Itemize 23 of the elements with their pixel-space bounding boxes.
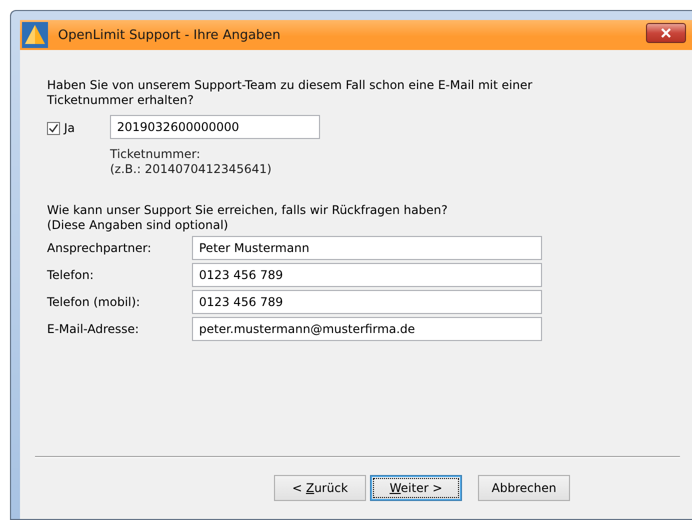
dialog-button[interactable]: Weiter >: [370, 475, 462, 501]
close-icon: [660, 28, 672, 38]
dialog-button[interactable]: < Zurück: [274, 475, 366, 501]
ja-checkbox[interactable]: Ja: [47, 121, 110, 135]
contact-intro: Wie kann unser Support Sie erreichen, falls wir Rückfragen haben?: [47, 203, 449, 218]
triangle-logo-icon: [22, 22, 48, 48]
ticket-hint: Ticketnummer:: [110, 147, 202, 162]
dialog-button[interactable]: Abbrechen: [478, 475, 570, 501]
ticket-hint: (z.B.: 2014070412345641): [110, 162, 273, 177]
ticket-question: Haben Sie von unserem Support-Team zu diesem Fall schon eine E-Mail mit einer Ticketnummer erhalten?: [47, 78, 534, 108]
field-label: Telefon:: [47, 268, 95, 282]
checkmark-icon: [48, 122, 59, 134]
field-label: E-Mail-Adresse:: [47, 322, 140, 336]
contact-intro: (Diese Angaben sind optional): [47, 218, 230, 233]
input-field[interactable]: peter.mustermann@musterfirma.de: [192, 317, 542, 341]
field-label: Ansprechpartner:: [47, 241, 152, 255]
window-title: OpenLimit Support - Ihre Angaben: [58, 28, 281, 42]
field-label: Telefon (mobil):: [47, 295, 142, 309]
input-field[interactable]: Peter Mustermann: [192, 236, 542, 260]
close-button[interactable]: [646, 23, 686, 43]
input-field[interactable]: 0123 456 789: [192, 290, 542, 314]
input-field[interactable]: 0123 456 789: [192, 263, 542, 287]
ticket-number-field[interactable]: 2019032600000000: [110, 115, 320, 139]
